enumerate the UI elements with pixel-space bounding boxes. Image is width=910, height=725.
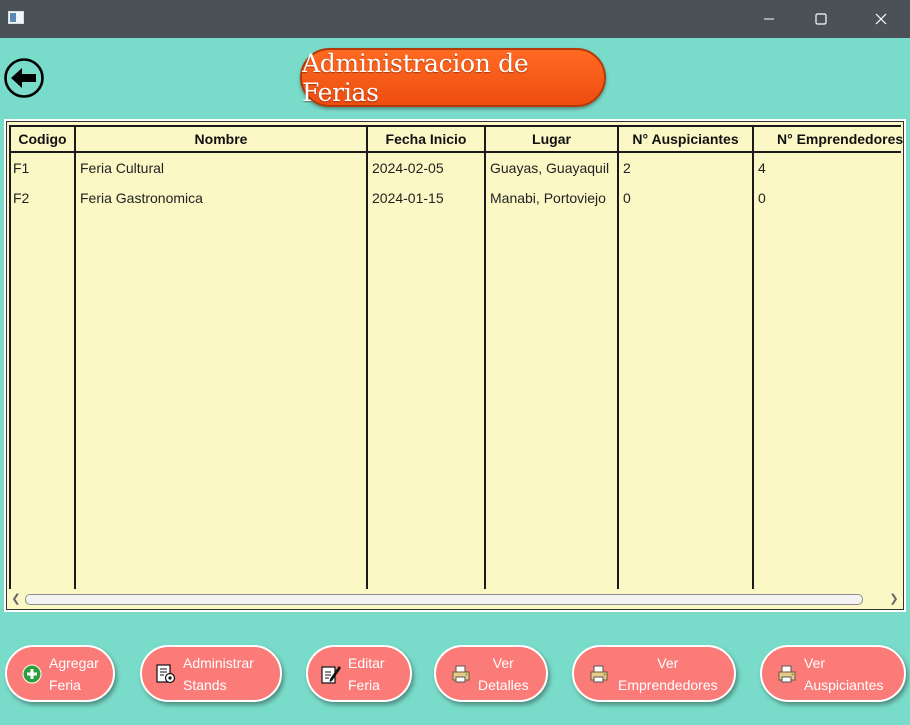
window-titlebar	[0, 0, 910, 38]
button-label-line2: Feria	[49, 676, 81, 693]
cell-auspiciantes: 2	[623, 160, 631, 176]
cell-lugar: Manabi, Portoviejo	[490, 190, 606, 206]
scroll-right-icon[interactable]: ❯	[887, 591, 901, 607]
column-header-fecha-inicio[interactable]: Fecha Inicio	[368, 127, 484, 151]
column-header-lugar[interactable]: Lugar	[486, 127, 617, 151]
scroll-left-icon[interactable]: ❮	[9, 591, 23, 607]
page-title: Administracion de Ferias	[300, 48, 606, 107]
button-label-line1: Ver	[657, 654, 679, 671]
table-row[interactable]: F2 Feria Gastronomica 2024-01-15 Manabi,…	[7, 183, 903, 213]
printer-icon	[450, 663, 472, 685]
window-app-icon	[8, 11, 24, 24]
cell-nombre: Feria Cultural	[80, 160, 165, 176]
button-label-line2: Detalles	[478, 676, 529, 693]
close-icon[interactable]	[858, 0, 904, 38]
cell-fecha-inicio: 2024-01-15	[372, 190, 444, 206]
cell-lugar: Guayas, Guayaquil	[490, 160, 610, 176]
button-label-line1: Editar	[348, 654, 385, 671]
document-gear-icon	[155, 663, 177, 685]
cell-codigo: F2	[13, 190, 30, 206]
edit-pencil-icon	[320, 663, 342, 685]
ferias-table[interactable]: Codigo Nombre Fecha Inicio Lugar N° Ausp…	[4, 119, 906, 612]
ver-emprendedores-button[interactable]: Ver Emprendedores	[572, 645, 736, 702]
editar-feria-button[interactable]: Editar Feria	[306, 645, 412, 702]
table-body: Codigo Nombre Fecha Inicio Lugar N° Ausp…	[6, 121, 904, 610]
button-label-line2: Feria	[348, 676, 380, 693]
arrow-left-circle-icon	[4, 58, 44, 98]
agregar-feria-button[interactable]: Agregar Feria	[5, 645, 115, 702]
cell-codigo: F1	[13, 160, 30, 176]
scrollbar-thumb[interactable]	[25, 594, 863, 605]
column-header-emprendedores[interactable]: N° Emprendedores	[777, 127, 904, 151]
minimize-icon[interactable]	[746, 0, 792, 38]
column-header-nombre[interactable]: Nombre	[76, 127, 366, 151]
maximize-icon[interactable]	[798, 0, 844, 38]
button-label-line2: Auspiciantes	[804, 676, 884, 693]
column-header-codigo[interactable]: Codigo	[11, 127, 74, 151]
ver-auspiciantes-button[interactable]: Ver Auspiciantes	[760, 645, 906, 702]
plus-circle-icon	[21, 663, 43, 685]
button-label-line2: Emprendedores	[618, 676, 718, 693]
horizontal-scrollbar[interactable]: ❮ ❯	[9, 591, 901, 607]
button-label-line1: Ver	[492, 654, 514, 671]
cell-fecha-inicio: 2024-02-05	[372, 160, 444, 176]
cell-emprendedores: 0	[758, 190, 766, 206]
printer-icon	[588, 663, 610, 685]
column-header-auspiciantes[interactable]: N° Auspiciantes	[619, 127, 752, 151]
cell-nombre: Feria Gastronomica	[80, 190, 203, 206]
scrollbar-track[interactable]	[25, 594, 885, 605]
table-row[interactable]: F1 Feria Cultural 2024-02-05 Guayas, Gua…	[7, 153, 903, 183]
ver-detalles-button[interactable]: Ver Detalles	[434, 645, 548, 702]
printer-icon	[776, 663, 798, 685]
back-button[interactable]	[3, 57, 45, 99]
button-label-line2: Stands	[183, 676, 227, 693]
cell-emprendedores: 4	[758, 160, 766, 176]
cell-auspiciantes: 0	[623, 190, 631, 206]
button-label-line1: Agregar	[49, 654, 99, 671]
button-label-line1: Ver	[804, 654, 826, 671]
administrar-stands-button[interactable]: Administrar Stands	[140, 645, 282, 702]
button-label-line1: Administrar	[183, 654, 254, 671]
